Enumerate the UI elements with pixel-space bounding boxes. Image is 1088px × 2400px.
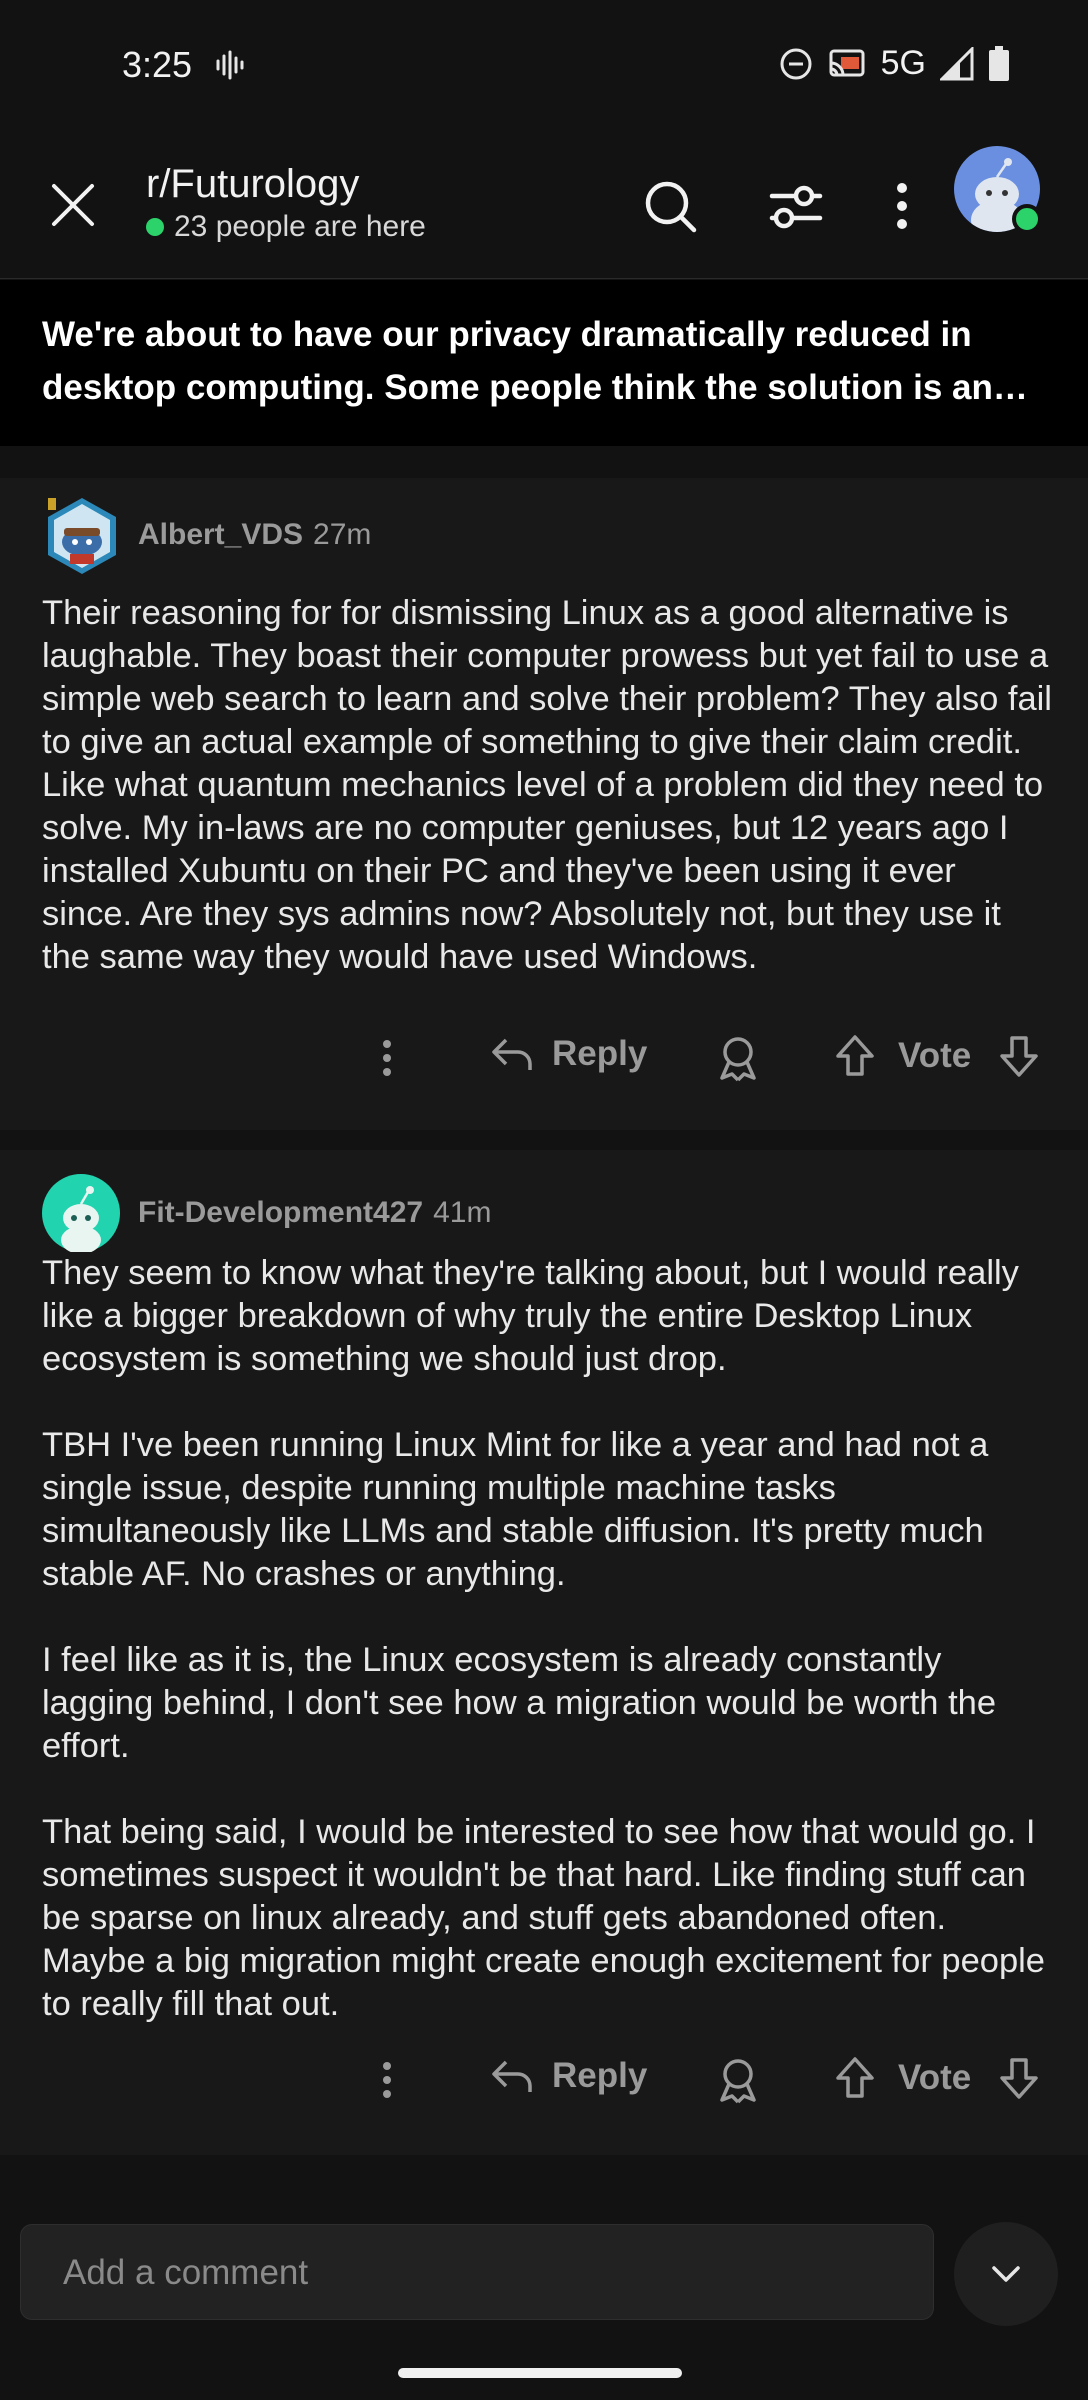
comment-card: Albert_VDS 27m Their reasoning for for d… xyxy=(0,478,1088,1130)
upvote-icon[interactable] xyxy=(834,2056,876,2100)
user-avatar[interactable] xyxy=(954,146,1042,234)
comment-actions: Reply Vote xyxy=(0,2050,1088,2110)
snoo-avatar-icon xyxy=(48,498,116,574)
online-count: 23 people are here xyxy=(146,210,426,244)
online-dot xyxy=(146,218,164,236)
status-time: 3:25 xyxy=(122,44,193,85)
comment-username[interactable]: Fit-Development427 xyxy=(138,1196,423,1230)
avatar[interactable] xyxy=(42,496,120,574)
avatar[interactable] xyxy=(42,1174,120,1254)
home-indicator[interactable] xyxy=(398,2368,682,2378)
online-text: 23 people are here xyxy=(174,210,426,243)
more-vertical-icon[interactable] xyxy=(372,1038,402,1078)
downvote-icon[interactable] xyxy=(998,1034,1040,1078)
status-icons: 5G xyxy=(779,44,1010,83)
subreddit-title[interactable]: r/Futurology xyxy=(146,162,359,207)
close-icon[interactable] xyxy=(48,180,98,230)
do-not-disturb-icon xyxy=(780,48,812,79)
comment-time: 41m xyxy=(433,1196,492,1229)
add-comment-input[interactable]: Add a comment xyxy=(20,2224,934,2320)
reply-label: Reply xyxy=(552,2056,648,2095)
cast-icon xyxy=(829,49,865,76)
comment-header: Fit-Development427 41m xyxy=(42,1174,492,1254)
reply-label: Reply xyxy=(552,1034,648,1073)
signal-icon xyxy=(940,46,974,80)
award-icon[interactable] xyxy=(716,1034,760,1082)
post-title-banner[interactable]: We're about to have our privacy dramatic… xyxy=(0,280,1088,446)
search-icon[interactable] xyxy=(640,176,700,236)
post-title: We're about to have our privacy dramatic… xyxy=(42,315,993,407)
network-type: 5G xyxy=(880,44,926,82)
reply-button[interactable]: Reply xyxy=(490,2056,647,2096)
upvote-icon[interactable] xyxy=(834,1034,876,1078)
comment-composer-bar: Add a comment xyxy=(0,2180,1088,2400)
app-bar: r/Futurology 23 people are here xyxy=(0,130,1088,279)
comment-body: Their reasoning for for dismissing Linux… xyxy=(42,594,1062,976)
reply-icon xyxy=(492,2060,532,2092)
collapse-button[interactable] xyxy=(954,2222,1058,2326)
comment-actions: Reply Vote xyxy=(0,1028,1088,1088)
online-status-dot xyxy=(1012,204,1042,234)
comment-card: Fit-Development427 41m They seem to know… xyxy=(0,1150,1088,2155)
award-icon[interactable] xyxy=(716,2056,760,2104)
vibrate-icon xyxy=(216,50,244,80)
chevron-down-icon xyxy=(992,2266,1020,2282)
comment-body: They seem to know what they're talking a… xyxy=(42,1254,1045,2023)
vote-label: Vote xyxy=(898,1036,972,1075)
vote-label: Vote xyxy=(898,2058,972,2097)
more-vertical-icon[interactable] xyxy=(372,2060,402,2100)
comment-header: Albert_VDS 27m xyxy=(42,496,371,574)
snoo-avatar-icon xyxy=(61,1186,101,1254)
comment-username[interactable]: Albert_VDS xyxy=(138,518,303,552)
reply-button[interactable]: Reply xyxy=(490,1034,647,1074)
battery-icon xyxy=(989,45,1009,81)
filter-icon[interactable] xyxy=(766,176,826,236)
more-vertical-icon[interactable] xyxy=(872,176,932,236)
reply-icon xyxy=(492,1038,532,1070)
status-bar: 3:25 5G xyxy=(0,0,1088,130)
comment-time: 27m xyxy=(313,518,372,551)
downvote-icon[interactable] xyxy=(998,2056,1040,2100)
